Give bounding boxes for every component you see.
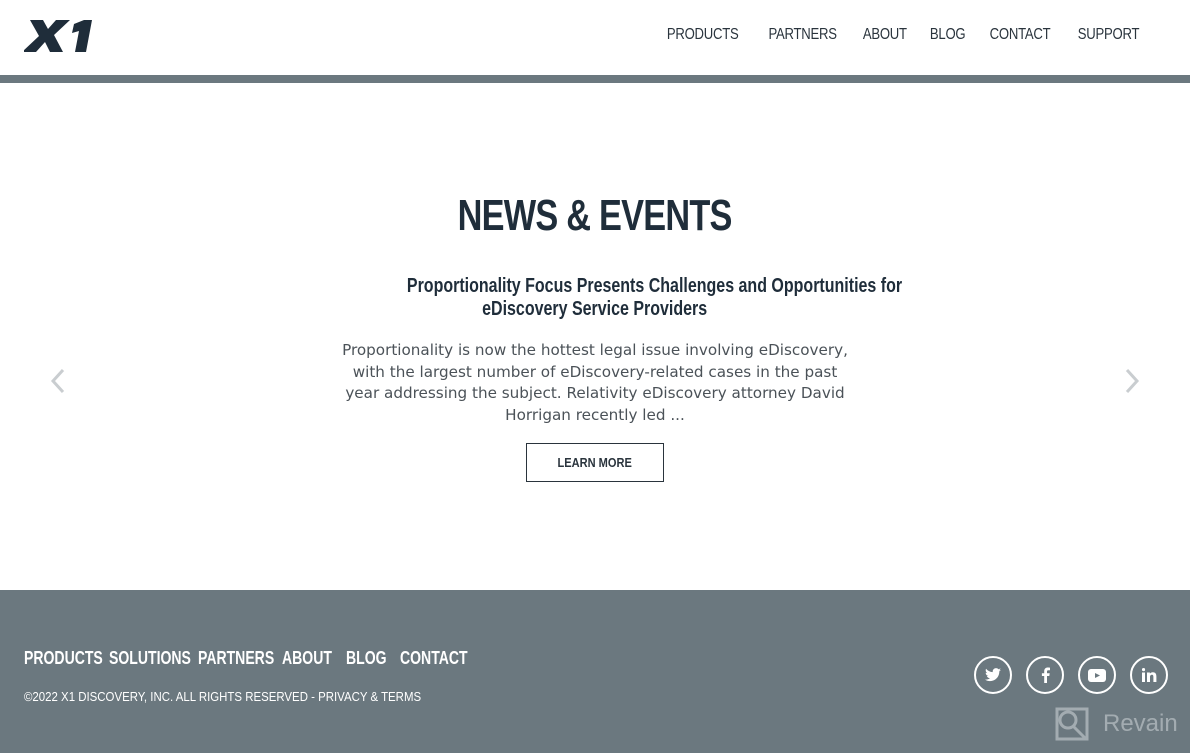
news-section: NEWS & EVENTS Proportionality Focus Pres…	[0, 83, 1190, 590]
footer-nav-contact[interactable]: CONTACT	[400, 648, 468, 669]
nav-contact[interactable]: CONTACT	[984, 26, 1056, 44]
nav-blog[interactable]: BLOG	[924, 26, 971, 44]
linkedin-icon	[1141, 668, 1156, 682]
carousel-prev-button[interactable]	[49, 368, 69, 394]
youtube-button[interactable]	[1078, 656, 1116, 694]
facebook-button[interactable]	[1026, 656, 1064, 694]
social-links	[974, 656, 1168, 694]
carousel-next-button[interactable]	[1121, 368, 1141, 394]
chevron-left-icon	[50, 368, 65, 394]
footer-nav-products[interactable]: PRODUCTS	[24, 648, 103, 669]
x1-logo[interactable]	[24, 20, 92, 52]
header-divider	[0, 75, 1190, 83]
nav-support[interactable]: SUPPORT	[1072, 26, 1145, 44]
article-excerpt: Proportionality is now the hottest legal…	[342, 341, 848, 425]
facebook-icon	[1041, 667, 1050, 683]
top-nav: PRODUCTS PARTNERS ABOUT BLOG CONTACT SUP…	[652, 26, 1153, 44]
footer-nav-blog[interactable]: BLOG	[346, 648, 392, 669]
nav-products[interactable]: PRODUCTS	[662, 26, 745, 44]
footer-nav: PRODUCTS SOLUTIONS PARTNERS ABOUT BLOG C…	[24, 648, 475, 669]
nav-partners[interactable]: PARTNERS	[763, 26, 843, 44]
revain-watermark: Revain	[1055, 707, 1178, 741]
twitter-button[interactable]	[974, 656, 1012, 694]
footer-nav-solutions[interactable]: SOLUTIONS	[109, 648, 191, 669]
copyright-text[interactable]: ©2022 X1 DISCOVERY, INC. ALL RIGHTS RESE…	[24, 689, 421, 704]
twitter-icon	[985, 668, 1001, 682]
learn-more-button[interactable]: LEARN MORE	[526, 443, 664, 482]
revain-text: Revain	[1103, 710, 1178, 737]
site-header: PRODUCTS PARTNERS ABOUT BLOG CONTACT SUP…	[0, 0, 1190, 75]
nav-about[interactable]: ABOUT	[857, 26, 912, 44]
x1-logo-icon	[24, 20, 92, 52]
footer-nav-about[interactable]: ABOUT	[282, 648, 336, 669]
chevron-right-icon	[1125, 368, 1140, 394]
linkedin-button[interactable]	[1130, 656, 1168, 694]
youtube-icon	[1088, 668, 1106, 682]
footer-nav-partners[interactable]: PARTNERS	[198, 648, 274, 669]
revain-logo-icon	[1055, 707, 1089, 741]
article-title[interactable]: Proportionality Focus Presents Challenge…	[345, 275, 902, 321]
site-footer: PRODUCTS SOLUTIONS PARTNERS ABOUT BLOG C…	[0, 590, 1190, 753]
section-title: NEWS & EVENTS	[458, 191, 733, 240]
